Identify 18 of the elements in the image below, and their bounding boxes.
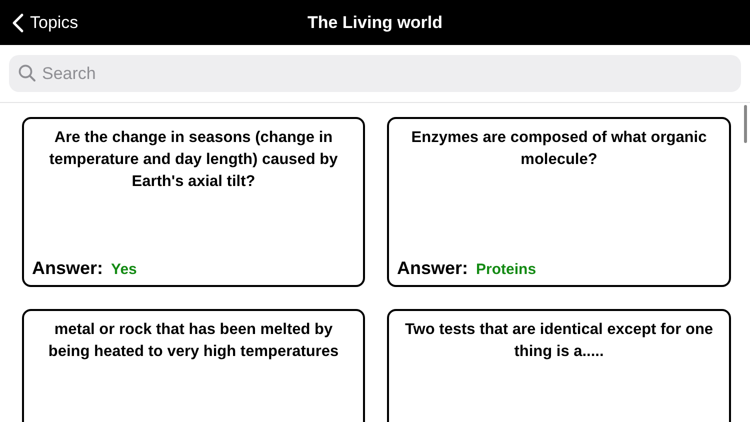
question-card[interactable]: Two tests that are identical except for one thing is a..... (387, 309, 731, 422)
nav-title: The Living world (307, 12, 443, 32)
chevron-left-icon (12, 12, 24, 32)
question-card[interactable]: Enzymes are composed of what organic molecule? Answer: Proteins (387, 117, 731, 287)
answer-label: Answer: (32, 258, 104, 279)
question-text: Enzymes are composed of what organic molecule? (410, 128, 708, 170)
answer-label: Answer: (397, 258, 468, 279)
answer-text: Proteins (476, 261, 536, 278)
question-card[interactable]: Are the change in seasons (change in temperature and day length) caused by Earth's axial tilt? Answer: Yes (22, 117, 365, 287)
question-text: Are the change in seasons (change in temperature and day length) caused by Earth's axial tilt? (48, 128, 339, 192)
question-card[interactable]: metal or rock that has been melted by being heated to very high temperatures (22, 309, 365, 422)
question-text: Two tests that are identical except for one thing is a..... (404, 320, 714, 362)
question-text: metal or rock that has been melted by being heated to very high temperatures (47, 320, 340, 362)
back-button[interactable]: Topics (12, 12, 78, 32)
scrollbar (744, 105, 747, 143)
search-icon (18, 64, 36, 82)
search-field[interactable]: Search (9, 55, 741, 92)
answer-text: Yes (111, 261, 137, 278)
